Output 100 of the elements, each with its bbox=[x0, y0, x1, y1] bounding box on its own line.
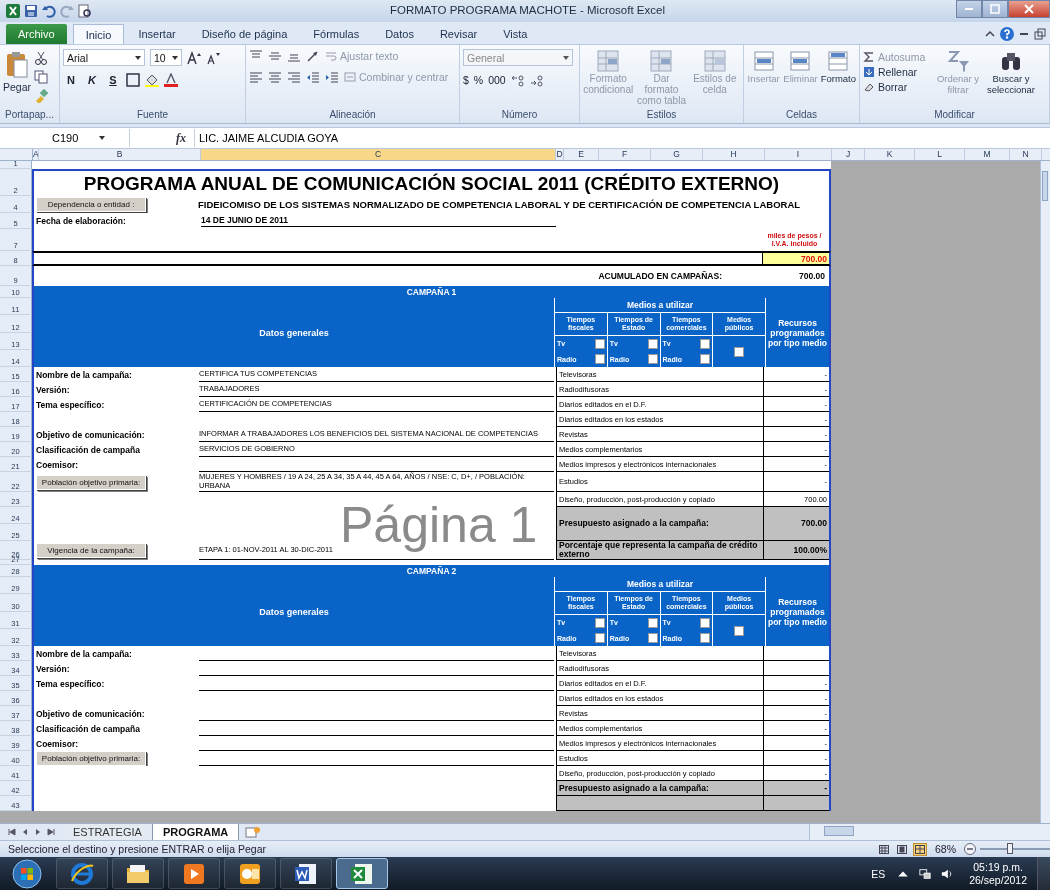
font-style-button[interactable]: K bbox=[84, 74, 100, 86]
browser-app-button[interactable] bbox=[56, 858, 108, 889]
column-header[interactable]: E bbox=[564, 149, 599, 160]
zoom-out-icon[interactable] bbox=[964, 843, 976, 855]
ribbon-tab[interactable]: Fórmulas bbox=[301, 24, 372, 44]
formula-field[interactable]: LIC. JAIME ALCUDIA GOYA bbox=[194, 129, 1050, 147]
fill-color-icon[interactable] bbox=[145, 73, 159, 87]
start-button[interactable] bbox=[12, 858, 42, 889]
view-button[interactable] bbox=[895, 842, 909, 856]
column-header[interactable]: N bbox=[1010, 149, 1042, 160]
editing-button[interactable]: Borrar bbox=[863, 81, 933, 93]
vertical-scrollbar[interactable] bbox=[1040, 161, 1050, 823]
name-box[interactable]: C190 bbox=[0, 129, 130, 147]
insert-function-button[interactable]: fx bbox=[130, 130, 194, 146]
grow-font-icon[interactable] bbox=[187, 50, 201, 65]
scroll-right-icon[interactable] bbox=[47, 828, 55, 836]
column-header[interactable]: L bbox=[915, 149, 965, 160]
speaker-icon[interactable] bbox=[941, 867, 954, 880]
middle-align-icon[interactable] bbox=[268, 49, 282, 63]
sheet-button[interactable]: Población objetivo primaria: bbox=[36, 751, 146, 766]
checkbox[interactable] bbox=[700, 633, 711, 644]
shrink-font-icon[interactable] bbox=[206, 50, 220, 65]
ribbon-tab[interactable]: Diseño de página bbox=[189, 24, 300, 44]
align-left-icon[interactable] bbox=[249, 70, 263, 84]
column-header[interactable]: H bbox=[703, 149, 765, 160]
excel-app-button[interactable] bbox=[336, 858, 388, 889]
checkbox[interactable] bbox=[594, 617, 605, 628]
column-header[interactable]: D bbox=[556, 149, 564, 160]
view-button[interactable] bbox=[913, 842, 927, 856]
checkbox[interactable] bbox=[647, 617, 658, 628]
checkbox[interactable] bbox=[647, 338, 658, 349]
checkbox[interactable] bbox=[700, 617, 711, 628]
number-format-button[interactable]: 000 bbox=[488, 74, 506, 86]
increase-decimal-icon[interactable] bbox=[510, 73, 525, 87]
column-header[interactable]: F bbox=[599, 149, 651, 160]
align-right-icon[interactable] bbox=[287, 70, 301, 84]
checkbox[interactable] bbox=[700, 338, 711, 349]
checkbox[interactable] bbox=[734, 346, 745, 357]
maximize-button[interactable] bbox=[982, 0, 1008, 18]
print-preview-icon[interactable] bbox=[78, 4, 92, 18]
editing-button[interactable]: Rellenar bbox=[863, 66, 933, 78]
checkbox[interactable] bbox=[647, 354, 658, 365]
column-header[interactable]: I bbox=[765, 149, 832, 160]
checkbox[interactable] bbox=[594, 338, 605, 349]
checkbox[interactable] bbox=[594, 354, 605, 365]
ribbon-tab[interactable]: Vista bbox=[491, 24, 540, 44]
folder-app-button[interactable] bbox=[112, 858, 164, 889]
decrease-decimal-icon[interactable] bbox=[529, 73, 544, 87]
font-name-field[interactable]: Arial bbox=[63, 49, 145, 66]
word-app-button[interactable] bbox=[280, 858, 332, 889]
restore-window-icon[interactable] bbox=[1034, 28, 1046, 40]
number-format-button[interactable]: $ bbox=[463, 74, 469, 86]
font-size-field[interactable]: 10 bbox=[150, 49, 182, 66]
copy-icon[interactable] bbox=[34, 70, 49, 84]
sheet-button[interactable]: Población objetivo primaria: bbox=[36, 474, 146, 490]
view-button[interactable] bbox=[877, 842, 891, 856]
media-app-button[interactable] bbox=[168, 858, 220, 889]
mail-app-button[interactable] bbox=[224, 858, 276, 889]
borders-icon[interactable] bbox=[126, 73, 140, 87]
cut-icon[interactable] bbox=[34, 51, 49, 65]
column-header[interactable]: G bbox=[651, 149, 703, 160]
help-icon[interactable] bbox=[1000, 27, 1014, 41]
align-center-icon[interactable] bbox=[268, 70, 282, 84]
scroll-left-icon[interactable] bbox=[21, 828, 29, 836]
close-button[interactable] bbox=[1008, 0, 1050, 18]
ribbon-tab[interactable]: Revisar bbox=[427, 24, 490, 44]
column-header[interactable]: J bbox=[832, 149, 865, 160]
font-style-button[interactable]: S bbox=[105, 74, 121, 86]
clock[interactable]: 05:19 p.m. 26/sep/2012 bbox=[969, 860, 1027, 887]
editing-button[interactable]: Buscar y seleccionar bbox=[983, 49, 1039, 95]
scroll-left-icon[interactable] bbox=[8, 828, 16, 836]
font-color-icon[interactable] bbox=[164, 73, 178, 87]
ribbon-tab[interactable]: Datos bbox=[373, 24, 426, 44]
minimize-button[interactable] bbox=[956, 0, 982, 18]
save-icon[interactable] bbox=[24, 4, 38, 18]
horizontal-scrollbar[interactable] bbox=[809, 824, 1050, 840]
number-format-button[interactable]: % bbox=[473, 74, 484, 86]
cells-button[interactable]: Formato bbox=[820, 49, 856, 84]
checkbox[interactable] bbox=[647, 633, 658, 644]
sheet-button[interactable]: Vigencia de la campaña: bbox=[36, 543, 146, 558]
ribbon-tab[interactable]: Insertar bbox=[126, 24, 188, 44]
column-header[interactable]: M bbox=[965, 149, 1010, 160]
paste-button[interactable]: Pegar bbox=[3, 49, 32, 93]
font-style-button[interactable]: N bbox=[63, 74, 79, 86]
checkbox[interactable] bbox=[734, 625, 745, 636]
language-indicator[interactable]: ES bbox=[871, 867, 886, 880]
scroll-right-icon[interactable] bbox=[34, 828, 42, 836]
sheet-tab[interactable]: ESTRATEGIA bbox=[63, 824, 153, 840]
dependencia-button[interactable]: Dependencia o entidad : bbox=[36, 197, 146, 212]
network-icon[interactable] bbox=[919, 867, 932, 880]
undo-icon[interactable] bbox=[42, 4, 56, 18]
column-header[interactable]: C bbox=[201, 149, 556, 160]
checkbox[interactable] bbox=[700, 354, 711, 365]
zoom-level[interactable]: 68% bbox=[935, 843, 956, 855]
increase-indent-icon[interactable] bbox=[325, 70, 339, 84]
file-tab[interactable]: Archivo bbox=[6, 24, 67, 44]
sheet-tab[interactable]: PROGRAMA bbox=[152, 824, 240, 840]
checkbox[interactable] bbox=[594, 633, 605, 644]
column-header[interactable]: K bbox=[865, 149, 915, 160]
column-header[interactable]: A bbox=[33, 149, 39, 160]
